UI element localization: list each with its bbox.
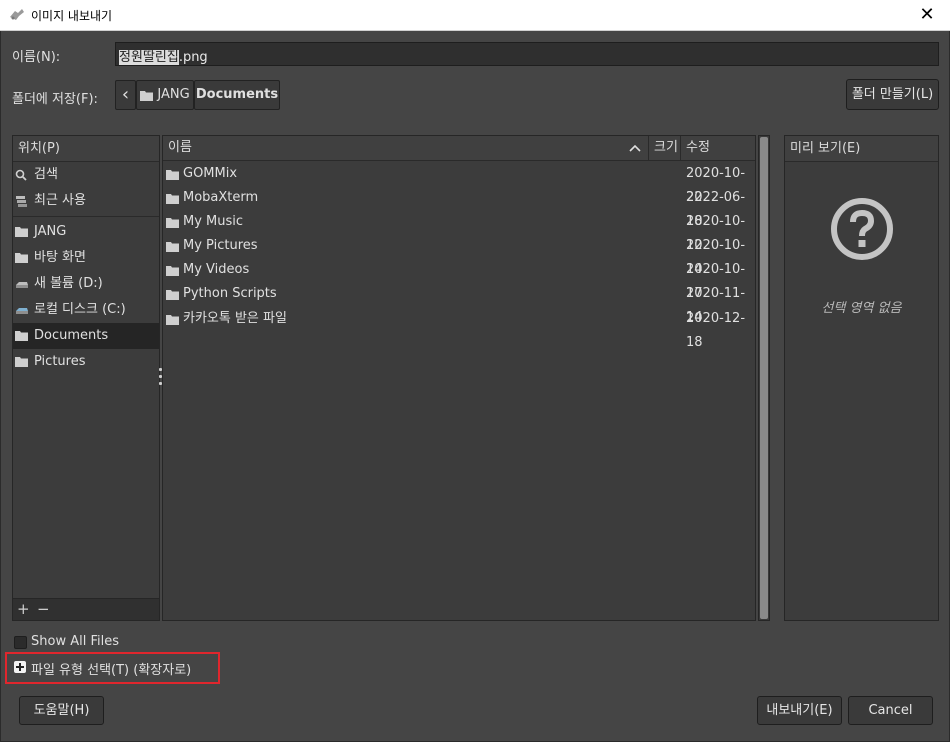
file-list: 이름 크기 수정 GOMMix 2020-10-22 MobaXterm 202… (162, 135, 756, 621)
file-row[interactable]: 카카오톡 받은 파일 2020-12-18 (163, 307, 755, 350)
place-item-desktop[interactable]: 바탕 화면 (13, 245, 159, 271)
folder-icon (15, 253, 28, 263)
folder-icon (166, 314, 179, 325)
file-name: MobaXterm (166, 186, 258, 210)
places-sidebar: 위치(P) 검색 최근 사용 JANG 바탕 화면 새 볼륨 (D:) 로컬 디… (12, 135, 160, 621)
filename-selected-text: 정원딸린집 (119, 50, 179, 65)
path-crumb-label: Documents (195, 87, 279, 102)
recent-icon (16, 196, 27, 207)
place-item-label: 로컬 디스크 (C:) (34, 302, 126, 317)
file-row[interactable]: My Pictures 2020-10-14 (163, 234, 755, 277)
file-name: Python Scripts (166, 282, 277, 306)
path-crumb-documents[interactable]: Documents (194, 80, 280, 110)
place-item-volume-d[interactable]: 새 볼륨 (D:) (13, 271, 159, 297)
cancel-button[interactable]: Cancel (848, 696, 933, 725)
place-item-jang[interactable]: JANG (13, 219, 159, 245)
file-name-text: GOMMix (183, 166, 238, 181)
file-name-text: My Pictures (183, 238, 258, 253)
chevron-left-icon: ‹ (121, 84, 130, 105)
places-header: 위치(P) (13, 136, 159, 162)
drive-icon (16, 282, 28, 288)
file-name: My Videos (166, 258, 249, 282)
file-modified-date: 2020-12-18 (686, 311, 746, 350)
file-name-text: 카카오톡 받은 파일 (183, 311, 287, 326)
place-item-local-disk-c[interactable]: 로컬 디스크 (C:) (13, 297, 159, 323)
folder-icon (15, 331, 28, 341)
folder-icon (166, 289, 179, 300)
sort-ascending-icon (629, 144, 641, 152)
file-row[interactable]: My Videos 2020-10-17 (163, 258, 755, 301)
places-footer: + − (13, 598, 159, 620)
export-image-dialog: 이름(N): 정원딸린집.png 폴더에 저장(F): ‹ JANG Docum… (0, 31, 950, 742)
file-list-scrollbar[interactable] (758, 135, 770, 621)
folder-icon (166, 169, 179, 180)
folder-icon (166, 241, 179, 252)
folder-icon (15, 227, 28, 237)
export-button[interactable]: 내보내기(E) (757, 696, 842, 725)
save-in-folder-label: 폴더에 저장(F): (12, 92, 98, 107)
expand-plus-icon[interactable] (14, 661, 26, 673)
gimp-app-icon (10, 9, 24, 20)
file-name: My Pictures (166, 234, 258, 258)
search-icon (15, 169, 27, 181)
place-item-label: Documents (34, 328, 109, 343)
places-separator (13, 216, 159, 217)
scrollbar-thumb[interactable] (760, 137, 768, 619)
add-bookmark-icon[interactable]: + (17, 600, 30, 618)
folder-icon (140, 90, 154, 101)
folder-icon (166, 265, 179, 276)
place-item-label: 바탕 화면 (34, 250, 86, 265)
filename-input[interactable]: 정원딸린집.png (115, 42, 939, 66)
file-name: GOMMix (166, 162, 237, 186)
file-row[interactable]: Python Scripts 2020-11-14 (163, 282, 755, 325)
file-row[interactable]: MobaXterm 2022-06-18 (163, 186, 755, 229)
remove-bookmark-icon[interactable]: − (37, 600, 50, 618)
path-crumb-label: JANG (157, 87, 190, 102)
no-selection-text: 선택 영역 없음 (821, 301, 902, 316)
filename-extension: .png (178, 50, 208, 65)
column-header-label: 이름 (168, 140, 192, 155)
file-row[interactable]: My Music 2020-10-12 (163, 210, 755, 253)
preview-header: 미리 보기(E) (785, 136, 938, 162)
file-name: 카카오톡 받은 파일 (166, 307, 287, 331)
file-row[interactable]: GOMMix 2020-10-22 (163, 162, 755, 205)
place-item-label: 새 볼륨 (D:) (34, 276, 103, 291)
show-all-files-checkbox[interactable] (14, 636, 27, 649)
column-header-modified[interactable]: 수정 (681, 136, 755, 161)
place-item-label: 최근 사용 (34, 193, 86, 208)
folder-icon (166, 217, 179, 228)
show-all-files-label: Show All Files (31, 634, 119, 649)
place-item-pictures[interactable]: Pictures (13, 349, 159, 375)
place-item-recent[interactable]: 최근 사용 (13, 188, 159, 214)
file-name-text: MobaXterm (183, 190, 259, 205)
path-back-button[interactable]: ‹ (115, 80, 136, 110)
preview-panel: 미리 보기(E) 선택 영역 없음 (784, 135, 939, 621)
folder-icon (15, 357, 28, 367)
title-bar: 이미지 내보내기 ✕ (0, 0, 950, 31)
folder-icon (166, 193, 179, 204)
place-item-label: 검색 (34, 167, 58, 182)
column-header-name[interactable]: 이름 (163, 136, 649, 161)
place-item-documents[interactable]: Documents (13, 323, 159, 349)
create-folder-button[interactable]: 폴더 만들기(L) (846, 79, 939, 110)
path-crumb-jang[interactable]: JANG (136, 80, 194, 110)
question-mark-icon (831, 198, 893, 260)
window-title: 이미지 내보내기 (31, 9, 113, 23)
file-name-text: My Music (183, 214, 244, 229)
name-label: 이름(N): (12, 50, 61, 65)
file-name-text: My Videos (183, 262, 250, 277)
drive-icon (16, 308, 28, 314)
file-name: My Music (166, 210, 243, 234)
column-header-size[interactable]: 크기 (649, 136, 681, 161)
place-item-label: JANG (34, 224, 67, 239)
file-list-header: 이름 크기 수정 (163, 136, 755, 161)
help-button[interactable]: 도움말(H) (19, 696, 104, 725)
place-item-label: Pictures (34, 354, 86, 369)
file-type-expander-label[interactable]: 파일 유형 선택(T) (확장자로) (31, 659, 191, 678)
place-item-search[interactable]: 검색 (13, 162, 159, 188)
close-icon[interactable]: ✕ (904, 0, 950, 31)
file-name-text: Python Scripts (183, 286, 277, 301)
